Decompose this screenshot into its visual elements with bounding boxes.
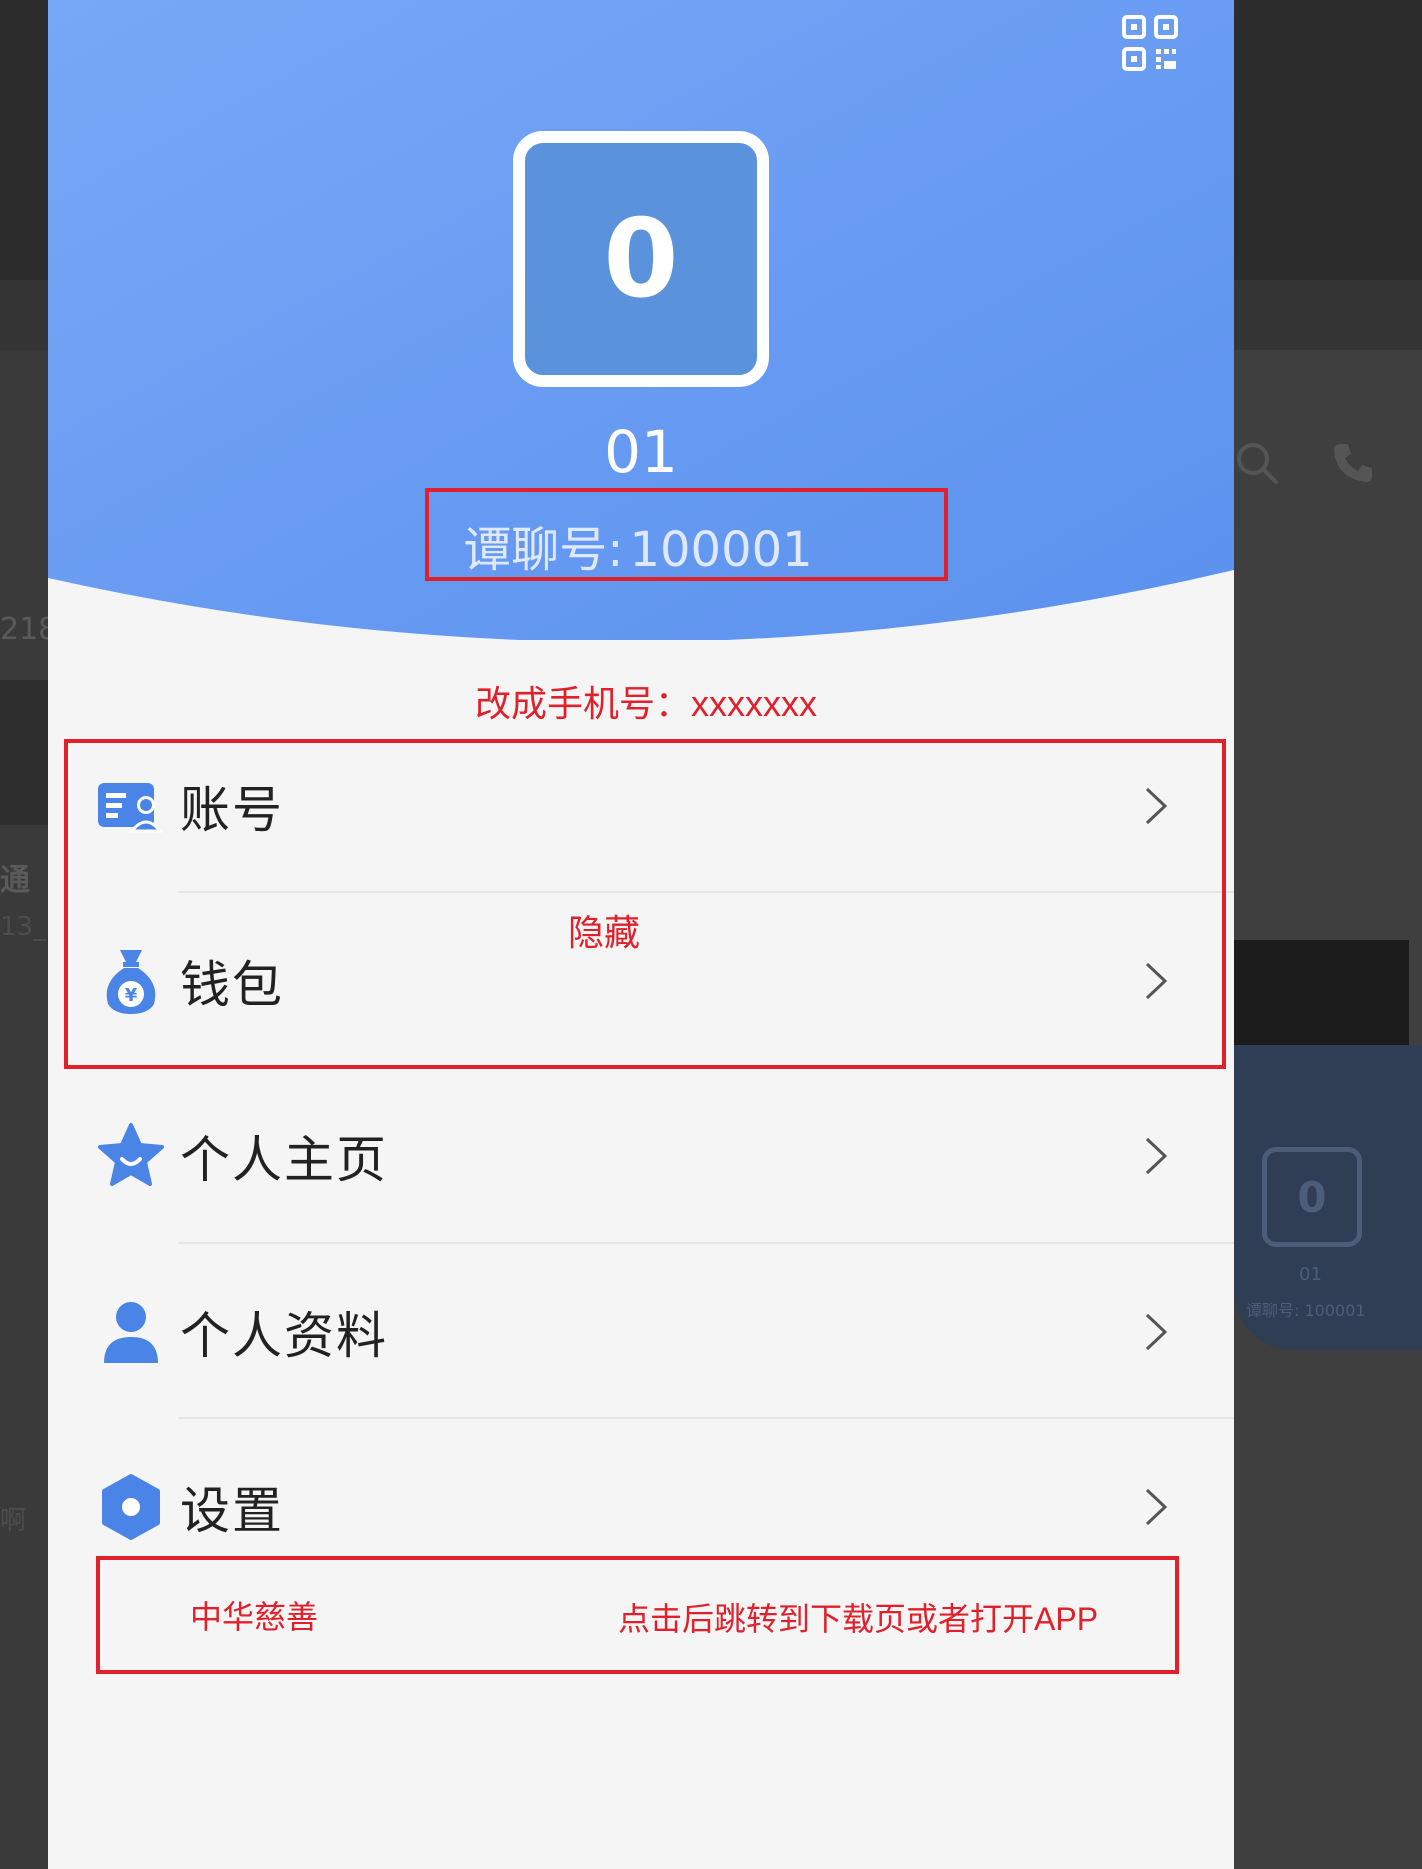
background-mini-name: 01 bbox=[1299, 1264, 1322, 1285]
chevron-right-icon bbox=[1144, 1312, 1168, 1352]
qr-code-icon[interactable] bbox=[1121, 14, 1179, 72]
background-search-icon bbox=[1234, 440, 1280, 497]
menu-item-homepage[interactable]: 个人主页 bbox=[48, 1068, 1234, 1243]
annotation-charity-label: 中华慈善 bbox=[190, 1599, 319, 1635]
background-text-fragment: 通 bbox=[0, 863, 30, 898]
annotation-charity-action: 点击后跳转到下载页或者打开APP bbox=[618, 1601, 1099, 1637]
background-dark-bar bbox=[1234, 940, 1409, 1045]
background-dark-block bbox=[0, 680, 48, 825]
annotation-box-user-id bbox=[425, 488, 948, 581]
menu-item-profile[interactable]: 个人资料 bbox=[48, 1244, 1234, 1419]
menu-label: 设置 bbox=[180, 1481, 284, 1540]
menu-label: 个人资料 bbox=[180, 1306, 388, 1365]
avatar-initial: 0 bbox=[603, 196, 679, 322]
annotation-change-to-phone: 改成手机号：xxxxxxx bbox=[475, 683, 818, 724]
background-text-fragment: 13_ bbox=[0, 912, 47, 942]
settings-hexagon-icon bbox=[96, 1472, 166, 1542]
background-mini-id: 谭聊号: 100001 bbox=[1246, 1301, 1366, 1320]
background-left-strip bbox=[0, 350, 48, 1869]
background-text-fragment: 啊 bbox=[0, 1506, 27, 1536]
background-phone-icon bbox=[1330, 440, 1376, 497]
menu-label: 个人主页 bbox=[180, 1130, 388, 1189]
chevron-right-icon bbox=[1144, 1487, 1168, 1527]
person-icon bbox=[96, 1297, 166, 1367]
chevron-right-icon bbox=[1144, 1136, 1168, 1176]
annotation-hide: 隐藏 bbox=[568, 912, 641, 953]
star-icon bbox=[96, 1121, 166, 1191]
background-mini-avatar: 0 bbox=[1262, 1147, 1362, 1247]
avatar[interactable]: 0 bbox=[513, 131, 769, 387]
username: 01 bbox=[604, 418, 678, 486]
annotation-box-hide bbox=[64, 739, 1226, 1069]
